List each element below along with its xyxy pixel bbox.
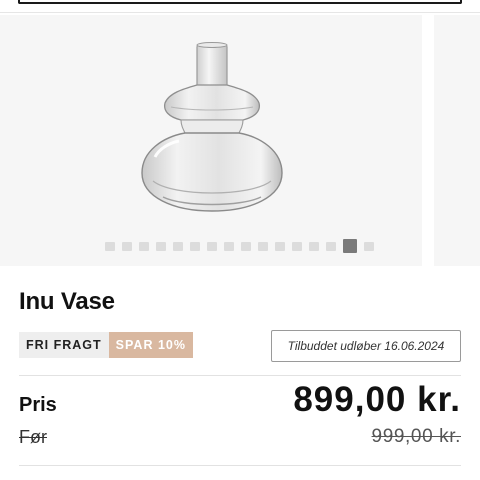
carousel-dot[interactable] (309, 241, 319, 251)
carousel-dot-active[interactable] (343, 239, 357, 253)
offer-expiry-notice: Tilbuddet udløber 16.06.2024 (271, 330, 461, 362)
header-divider (0, 12, 480, 13)
discount-badge: SPAR 10% (108, 332, 193, 358)
carousel-dot[interactable] (105, 241, 115, 251)
product-title: Inu Vase (19, 288, 115, 315)
previous-price-value: 999,00 kr. (371, 426, 461, 447)
carousel-dot[interactable] (190, 241, 200, 251)
price-label: Pris (19, 394, 57, 416)
carousel-dot[interactable] (173, 241, 183, 251)
carousel-dot[interactable] (258, 241, 268, 251)
carousel-dot[interactable] (241, 241, 251, 251)
price-divider-bottom (19, 465, 461, 466)
search-input[interactable] (18, 0, 462, 4)
next-slide-preview[interactable] (434, 15, 480, 266)
price-divider-top (19, 375, 461, 376)
product-badges: FRI FRAGT SPAR 10% (19, 332, 193, 358)
carousel-pagination (105, 239, 374, 253)
carousel-dot[interactable] (326, 241, 336, 251)
previous-price-label: Før (19, 427, 47, 447)
carousel-dot[interactable] (224, 241, 234, 251)
carousel-dot[interactable] (275, 241, 285, 251)
carousel-dot[interactable] (207, 241, 217, 251)
glass-vase-image (141, 42, 283, 212)
product-image-slide[interactable] (0, 15, 422, 266)
carousel-dot[interactable] (139, 241, 149, 251)
product-image-carousel[interactable] (0, 15, 480, 266)
carousel-dot[interactable] (122, 241, 132, 251)
carousel-dot[interactable] (156, 241, 166, 251)
price-value: 899,00 kr. (293, 380, 461, 419)
carousel-dot[interactable] (364, 241, 374, 251)
carousel-dot[interactable] (292, 241, 302, 251)
free-freight-badge: FRI FRAGT (19, 332, 109, 358)
